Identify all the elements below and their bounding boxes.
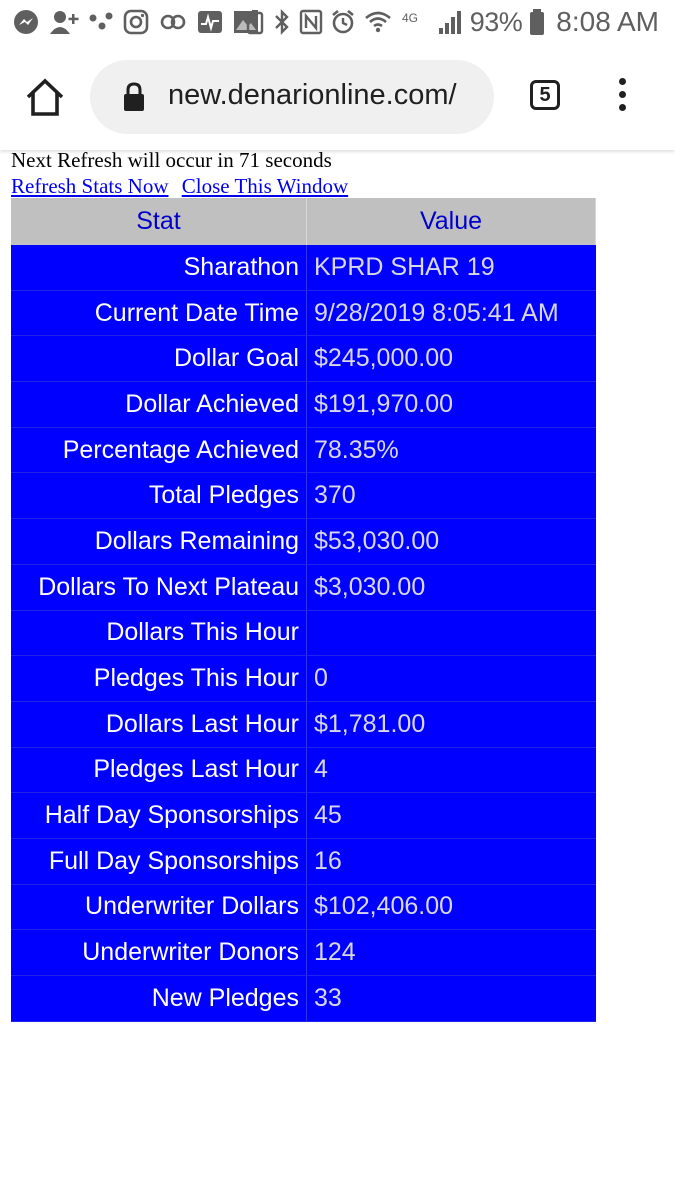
table-header-row: Stat Value [11,198,596,245]
clock: 8:08 AM [556,6,659,37]
table-row: Dollars Last Hour $1,781.00 [11,701,596,748]
lock-icon [124,82,144,111]
stat-value: $102,406.00 [306,884,596,931]
stat-label: Half Day Sponsorships [11,792,307,839]
system-icons: 4G 93% 8:08 AM [245,6,659,38]
table-row: Full Day Sponsorships 16 [11,838,596,885]
stat-label: Percentage Achieved [11,427,307,474]
value-column-header: Value [306,198,596,245]
home-icon[interactable] [24,76,66,118]
stat-value: KPRD SHAR 19 [306,245,596,291]
table-row: New Pledges 33 [11,975,596,1022]
table-row: Pledges Last Hour 4 [11,747,596,794]
tab-switcher-button[interactable]: 5 [530,80,560,110]
table-row: Dollars This Hour [11,610,596,657]
refresh-countdown: Next Refresh will occur in 71 seconds [11,148,332,172]
stat-label: Pledges Last Hour [11,747,307,794]
table-row: Half Day Sponsorships 45 [11,792,596,839]
table-row: Dollar Achieved $191,970.00 [11,381,596,428]
table-row: Total Pledges 370 [11,472,596,520]
close-window-link[interactable]: Close This Window [182,174,348,198]
refresh-stats-link[interactable]: Refresh Stats Now [11,174,168,198]
battery-percent: 93% [469,6,523,37]
stat-label: Dollars Remaining [11,518,307,565]
stat-value: 4 [306,747,596,794]
table-row: Current Date Time 9/28/2019 8:05:41 AM [11,290,596,337]
stat-label: Sharathon [11,245,307,291]
table-row: Pledges This Hour 0 [11,655,596,702]
stat-value: 370 [306,472,596,520]
stat-value: 33 [306,975,596,1022]
stat-value: 45 [306,792,596,839]
stat-value: 16 [306,838,596,885]
stat-label: Full Day Sponsorships [11,838,307,885]
table-row: Dollars Remaining $53,030.00 [11,518,596,565]
stats-table: Stat Value Sharathon KPRD SHAR 19 Current … [11,198,596,1022]
stat-label: Underwriter Donors [11,929,307,976]
table-row: Percentage Achieved 78.35% [11,427,596,474]
instagram-icon [123,9,149,35]
notification-icons [12,8,260,36]
overflow-menu-icon[interactable] [610,78,634,118]
stat-value: $1,781.00 [306,701,596,748]
network-type-icon: 4G [402,11,418,25]
stat-column-header: Stat [11,198,307,245]
stat-label: Dollars To Next Plateau [11,564,307,611]
add-contact-icon [50,11,79,34]
stats-table-body: Sharathon KPRD SHAR 19 Current Date Time 9/… [11,245,596,1022]
link-icon [160,14,186,30]
status-bar: 4G 93% 8:08 AM [0,0,675,46]
stat-label: Dollars Last Hour [11,701,307,748]
wifi-icon [364,11,391,33]
stat-value [306,610,596,657]
bluetooth-icon [274,9,289,35]
stat-value: 9/28/2019 8:05:41 AM [306,290,596,337]
stat-label: New Pledges [11,975,307,1022]
stat-label: Pledges This Hour [11,655,307,702]
dots-icon [89,12,113,30]
stat-label: Underwriter Dollars [11,884,307,931]
stat-label: Dollars This Hour [11,610,307,657]
network-type-label: 4G [402,11,418,25]
stat-value: $191,970.00 [306,381,596,428]
stat-value: $53,030.00 [306,518,596,565]
browser-toolbar: new.denarionline.com/ 5 [0,46,675,150]
signal-icon [438,11,461,34]
page-links: Refresh Stats Now Close This Window [11,173,631,199]
stat-value: $3,030.00 [306,564,596,611]
stat-label: Dollar Achieved [11,381,307,428]
address-bar[interactable]: new.denarionline.com/ [90,60,494,134]
pulse-icon [198,11,222,33]
messenger-icon [14,10,38,34]
stat-label: Dollar Goal [11,335,307,383]
page-content: Next Refresh will occur in 71 seconds Re… [11,148,631,199]
table-row: Underwriter Dollars $102,406.00 [11,884,596,931]
stat-value: 78.35% [306,427,596,474]
stat-value: 124 [306,929,596,976]
alarm-icon [331,9,354,34]
stat-value: 0 [306,655,596,702]
nfc-icon [299,9,322,35]
table-row: Underwriter Donors 124 [11,929,596,976]
table-row: Dollar Goal $245,000.00 [11,335,596,383]
battery-saver-icon [246,10,263,35]
table-row: Dollars To Next Plateau $3,030.00 [11,564,596,611]
stat-value: $245,000.00 [306,335,596,383]
table-row: Sharathon KPRD SHAR 19 [11,245,596,291]
battery-icon [530,9,545,35]
url-text: new.denarionline.com/ [168,79,457,111]
stat-label: Current Date Time [11,290,307,337]
stat-label: Total Pledges [11,472,307,520]
